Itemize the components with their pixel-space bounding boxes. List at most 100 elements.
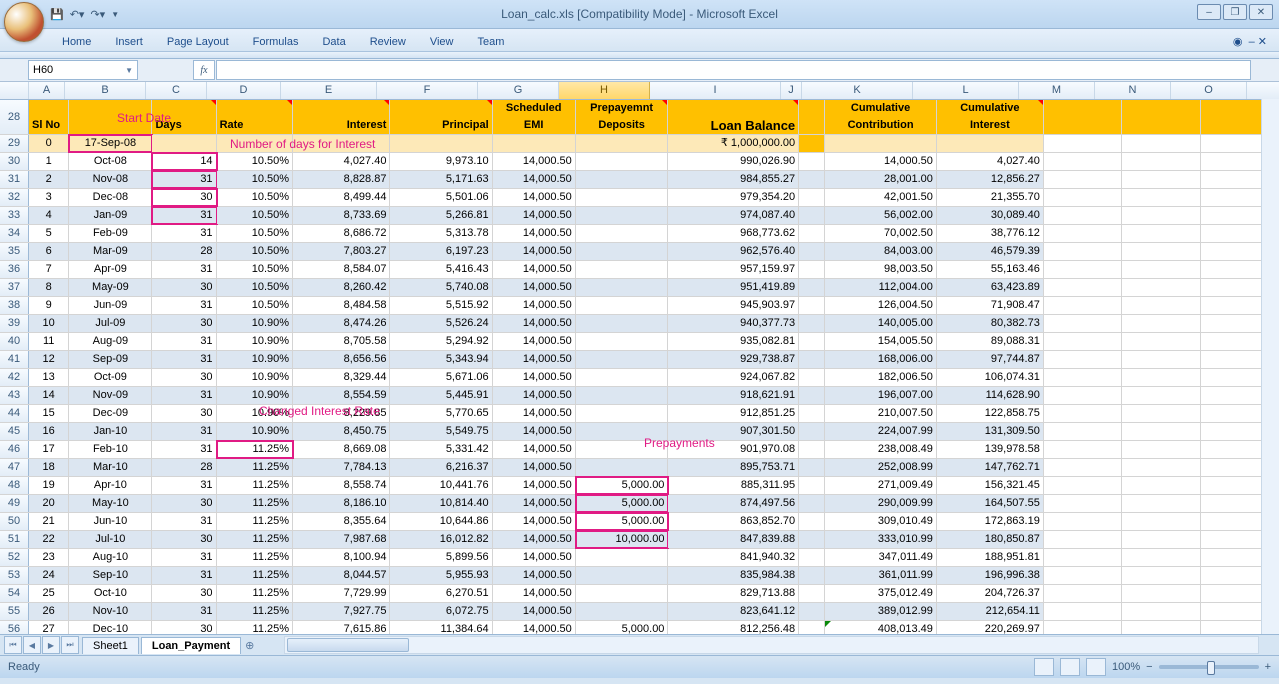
header-cell[interactable]: Sl No — [29, 100, 69, 134]
row-header[interactable]: 37 — [0, 279, 29, 296]
cell[interactable]: 172,863.19 — [937, 513, 1044, 530]
cell[interactable]: 3 — [29, 189, 69, 206]
cell[interactable]: 974,087.40 — [668, 207, 799, 224]
row-header[interactable]: 30 — [0, 153, 29, 170]
cell[interactable]: Oct-08 — [69, 153, 152, 170]
cell[interactable]: 6,270.51 — [390, 585, 492, 602]
cell[interactable] — [1122, 351, 1200, 368]
cell[interactable]: 5,549.75 — [390, 423, 492, 440]
row-header[interactable]: 40 — [0, 333, 29, 350]
cell[interactable]: 10.90% — [217, 423, 293, 440]
row-header[interactable]: 36 — [0, 261, 29, 278]
cell[interactable] — [1122, 405, 1200, 422]
cell[interactable]: 4,027.40 — [293, 153, 390, 170]
cell[interactable]: 8,484.58 — [293, 297, 390, 314]
cell[interactable] — [937, 135, 1044, 152]
cell[interactable]: 164,507.55 — [937, 495, 1044, 512]
cell[interactable]: Aug-10 — [69, 549, 152, 566]
cell[interactable]: 80,382.73 — [937, 315, 1044, 332]
cell[interactable]: 5,171.63 — [390, 171, 492, 188]
cell[interactable]: 31 — [152, 567, 216, 584]
cell[interactable]: 17-Sep-08 — [69, 135, 152, 152]
cell[interactable]: 9 — [29, 297, 69, 314]
cell[interactable]: 14,000.50 — [493, 315, 576, 332]
cell[interactable]: 5,343.94 — [390, 351, 492, 368]
cell[interactable]: 990,026.90 — [668, 153, 799, 170]
cell[interactable]: Oct-10 — [69, 585, 152, 602]
cell[interactable]: 10.50% — [217, 153, 293, 170]
col-header-J[interactable]: J — [781, 82, 802, 99]
cell[interactable] — [799, 225, 825, 242]
row-header[interactable]: 46 — [0, 441, 29, 458]
cell[interactable]: 841,940.32 — [668, 549, 799, 566]
cell[interactable]: 14,000.50 — [493, 423, 576, 440]
cell[interactable] — [576, 549, 669, 566]
cell[interactable]: 97,744.87 — [937, 351, 1044, 368]
cell[interactable]: 31 — [152, 261, 216, 278]
cell[interactable] — [152, 135, 216, 152]
row-header[interactable]: 39 — [0, 315, 29, 332]
cell[interactable]: 5,770.65 — [390, 405, 492, 422]
cell[interactable]: 11.25% — [217, 441, 293, 458]
cell[interactable] — [799, 279, 825, 296]
cell[interactable] — [576, 603, 669, 620]
cell[interactable]: 10,441.76 — [390, 477, 492, 494]
cell[interactable]: 21 — [29, 513, 69, 530]
cell[interactable]: 55,163.46 — [937, 261, 1044, 278]
sheet-tab-loan_payment[interactable]: Loan_Payment — [141, 637, 241, 654]
cell[interactable]: 14,000.50 — [493, 459, 576, 476]
row-header[interactable]: 41 — [0, 351, 29, 368]
cell[interactable] — [1044, 603, 1122, 620]
cell[interactable]: 10.90% — [217, 351, 293, 368]
row-header[interactable]: 34 — [0, 225, 29, 242]
cell[interactable]: 984,855.27 — [668, 171, 799, 188]
cell[interactable]: 30,089.40 — [937, 207, 1044, 224]
cell[interactable]: 16,012.82 — [390, 531, 492, 548]
ribbon-minimize-icon[interactable]: – — [1249, 36, 1255, 48]
cell[interactable]: 131,309.50 — [937, 423, 1044, 440]
cell[interactable]: 14 — [152, 153, 216, 170]
cell[interactable]: 14,000.50 — [493, 225, 576, 242]
cell[interactable]: 309,010.49 — [825, 513, 937, 530]
cell[interactable] — [576, 441, 669, 458]
cell[interactable]: 28 — [152, 459, 216, 476]
cell[interactable] — [1122, 369, 1200, 386]
cell[interactable] — [493, 135, 576, 152]
cell[interactable]: Apr-10 — [69, 477, 152, 494]
cell[interactable]: Jul-09 — [69, 315, 152, 332]
cell[interactable]: 18 — [29, 459, 69, 476]
cell[interactable]: 8 — [29, 279, 69, 296]
header-cell[interactable]: CumulativeInterest — [937, 100, 1044, 134]
cell[interactable]: 940,377.73 — [668, 315, 799, 332]
cell[interactable]: 333,010.99 — [825, 531, 937, 548]
cell[interactable]: 7,987.68 — [293, 531, 390, 548]
cell[interactable]: 1 — [29, 153, 69, 170]
cell[interactable] — [1044, 333, 1122, 350]
cell[interactable]: 8,733.69 — [293, 207, 390, 224]
col-header-H[interactable]: H — [559, 82, 650, 99]
ribbon-tab-insert[interactable]: Insert — [103, 33, 155, 51]
cell[interactable]: Jan-10 — [69, 423, 152, 440]
cell[interactable] — [1122, 153, 1200, 170]
cell[interactable] — [1122, 135, 1200, 152]
cell[interactable]: 19 — [29, 477, 69, 494]
office-button[interactable] — [4, 2, 44, 42]
cell[interactable] — [799, 621, 825, 634]
cell[interactable]: 14,000.50 — [493, 279, 576, 296]
row-header[interactable]: 48 — [0, 477, 29, 494]
cell[interactable] — [1122, 585, 1200, 602]
cell[interactable]: 11.25% — [217, 603, 293, 620]
cell[interactable] — [1044, 513, 1122, 530]
cell[interactable]: 8,558.74 — [293, 477, 390, 494]
cell[interactable]: 14,000.50 — [493, 171, 576, 188]
cell[interactable] — [1122, 567, 1200, 584]
cell[interactable]: 122,858.75 — [937, 405, 1044, 422]
cell[interactable]: 4,027.40 — [937, 153, 1044, 170]
cell[interactable]: 31 — [152, 603, 216, 620]
cell[interactable]: 14,000.50 — [493, 153, 576, 170]
undo-icon[interactable]: ↶▾ — [70, 8, 85, 21]
cell[interactable] — [799, 243, 825, 260]
cell[interactable]: 98,003.50 — [825, 261, 937, 278]
cell[interactable]: 4 — [29, 207, 69, 224]
cell[interactable]: 835,984.38 — [668, 567, 799, 584]
